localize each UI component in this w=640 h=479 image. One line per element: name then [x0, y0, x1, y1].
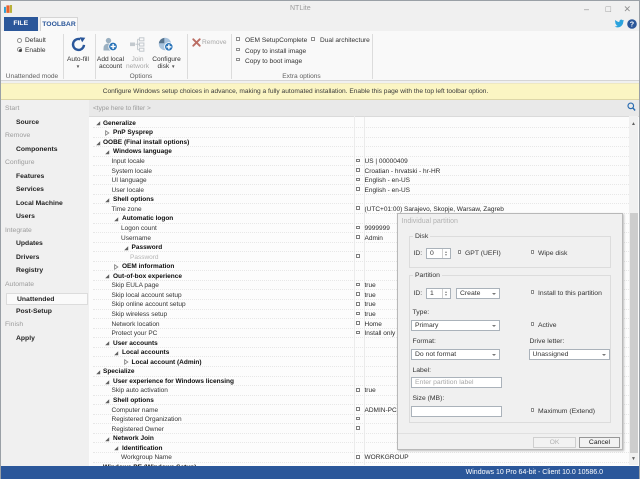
- svg-text:?: ?: [630, 20, 634, 29]
